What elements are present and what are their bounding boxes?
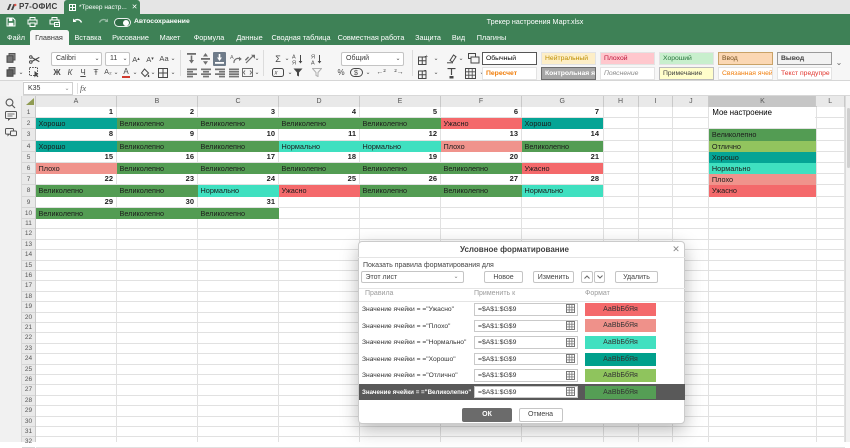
svg-text:Я: Я (292, 61, 296, 66)
svg-text:А: А (230, 55, 234, 61)
svg-text:А: А (311, 61, 315, 66)
